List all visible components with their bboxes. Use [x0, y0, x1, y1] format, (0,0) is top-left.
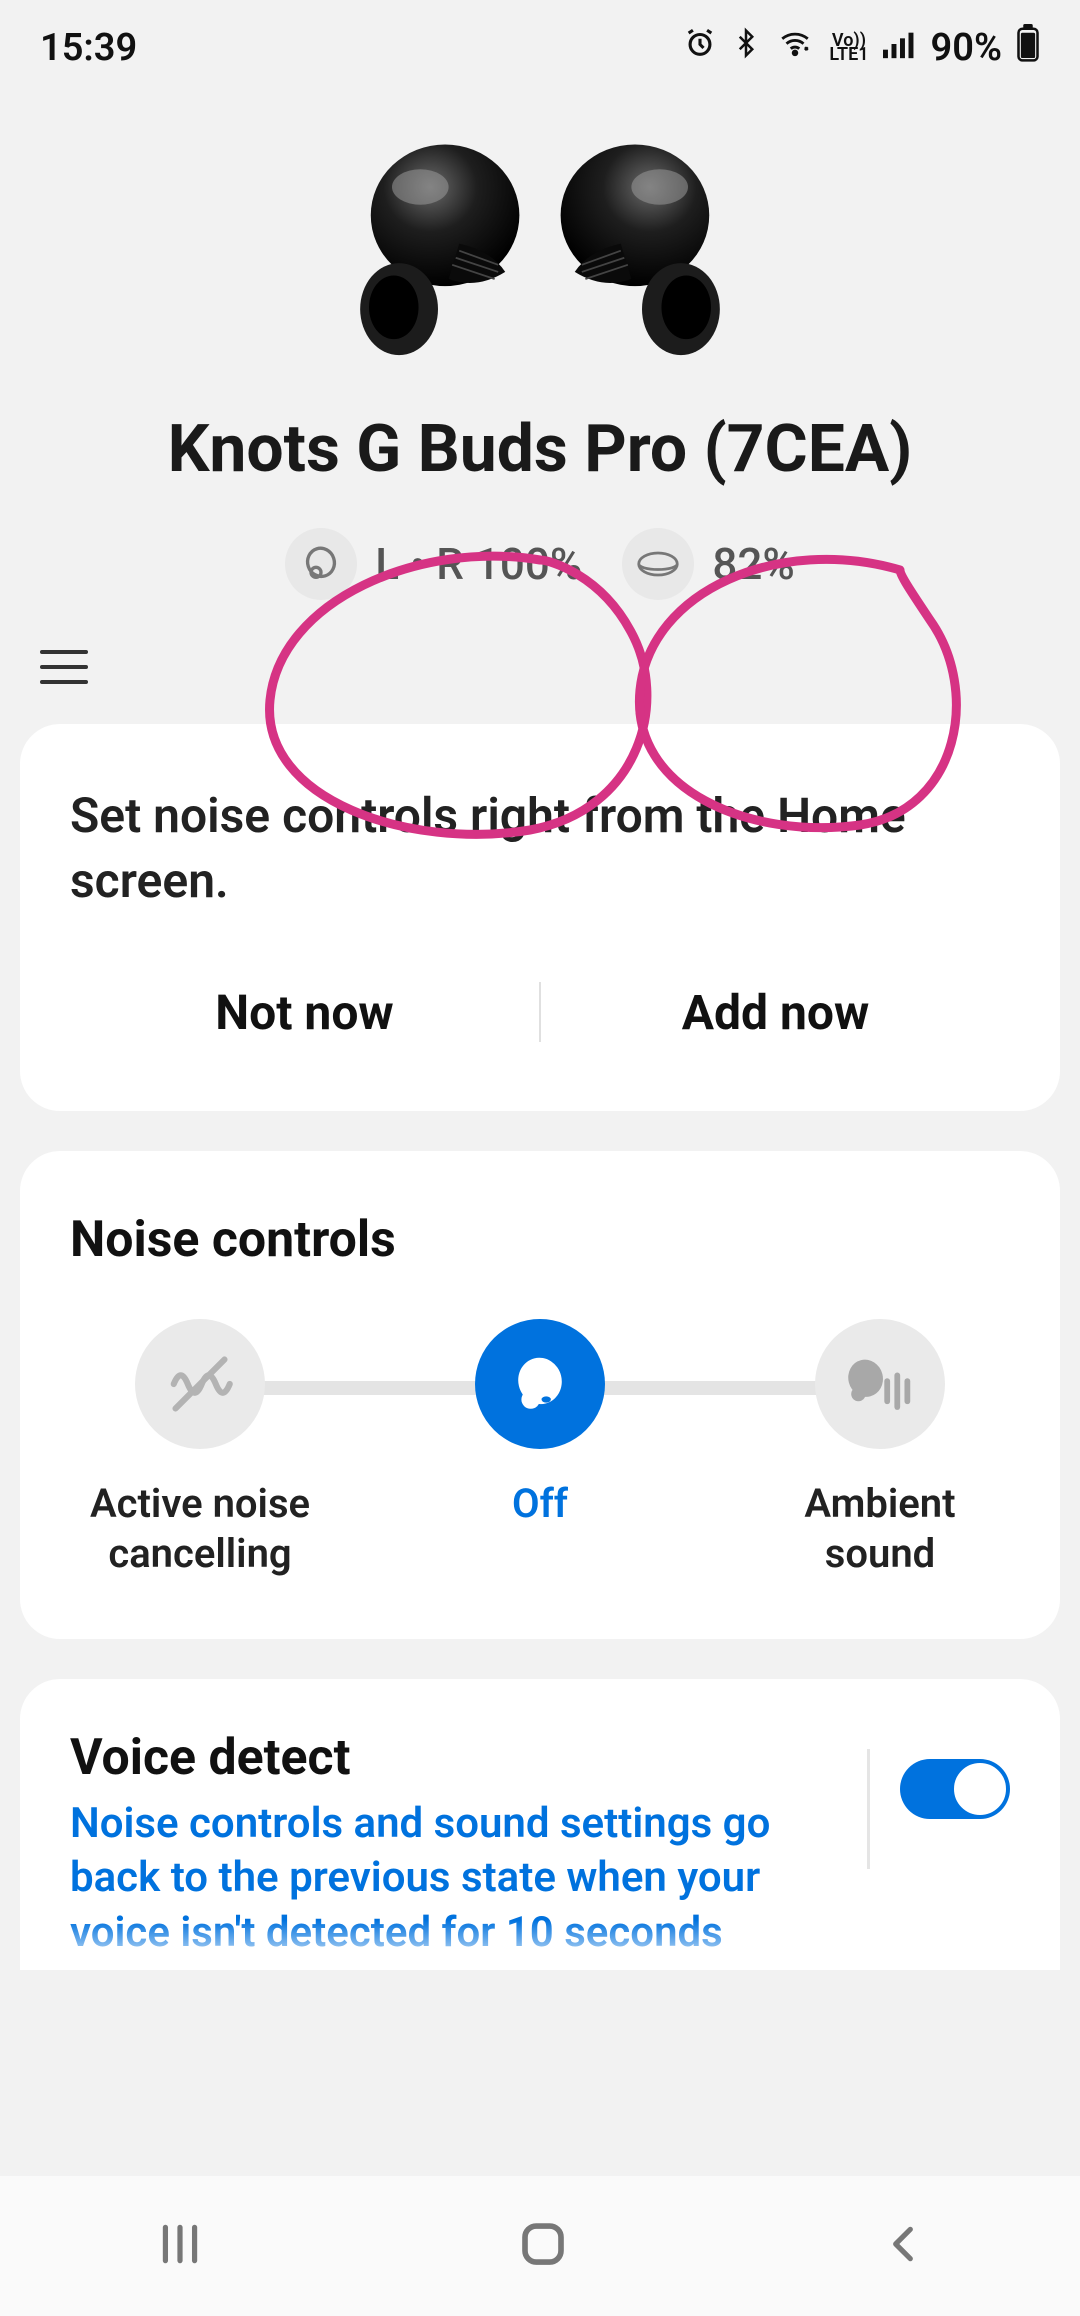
voice-detect-toggle[interactable] — [900, 1759, 1010, 1819]
earbuds-image — [0, 141, 1080, 371]
recents-button[interactable] — [155, 2219, 205, 2273]
add-now-button[interactable]: Add now — [541, 974, 1010, 1051]
noise-option-ambient[interactable]: Ambient sound — [750, 1319, 1010, 1579]
promo-card: Set noise controls right from the Home s… — [20, 724, 1060, 1111]
home-button[interactable] — [516, 2217, 570, 2275]
signal-icon — [883, 28, 917, 68]
voice-detect-title: Voice detect — [70, 1729, 837, 1787]
volte-icon: Vo))LTE1 — [829, 34, 868, 61]
anc-icon — [135, 1319, 265, 1449]
noise-option-off[interactable]: Off — [410, 1319, 670, 1529]
alarm-icon — [683, 26, 717, 69]
case-battery: 82% — [622, 528, 794, 600]
system-nav-bar — [0, 2176, 1080, 2316]
bluetooth-icon — [731, 26, 761, 69]
device-name: Knots G Buds Pro (7CEA) — [0, 411, 1080, 488]
off-icon — [475, 1319, 605, 1449]
status-time: 15:39 — [40, 26, 137, 70]
menu-button[interactable] — [40, 650, 88, 684]
ambient-label: Ambient sound — [750, 1479, 1010, 1579]
promo-text: Set noise controls right from the Home s… — [70, 784, 1010, 914]
case-icon — [622, 528, 694, 600]
noise-controls-card: Noise controls Active noise cancelling O… — [20, 1151, 1060, 1639]
wifi-icon — [775, 26, 815, 69]
status-battery-pct: 90% — [931, 26, 1002, 70]
anc-label: Active noise cancelling — [70, 1479, 330, 1579]
not-now-button[interactable]: Not now — [70, 974, 539, 1051]
status-bar: 15:39 Vo))LTE1 90% — [0, 0, 1080, 81]
device-hero: Knots G Buds Pro (7CEA) L • R 100% 82% — [0, 81, 1080, 600]
earbud-icon — [285, 528, 357, 600]
back-button[interactable] — [881, 2217, 925, 2275]
status-icons: Vo))LTE1 90% — [683, 24, 1040, 71]
earbuds-battery: L • R 100% — [285, 528, 582, 600]
noise-option-anc[interactable]: Active noise cancelling — [70, 1319, 330, 1579]
noise-controls-title: Noise controls — [70, 1211, 1010, 1269]
ambient-icon — [815, 1319, 945, 1449]
earbuds-battery-label: L • R 100% — [375, 538, 582, 590]
off-label: Off — [512, 1479, 568, 1529]
battery-icon — [1016, 24, 1040, 71]
case-battery-label: 82% — [712, 538, 794, 590]
voice-detect-card[interactable]: Voice detect Noise controls and sound se… — [20, 1679, 1060, 1971]
battery-status-row: L • R 100% 82% — [0, 528, 1080, 600]
